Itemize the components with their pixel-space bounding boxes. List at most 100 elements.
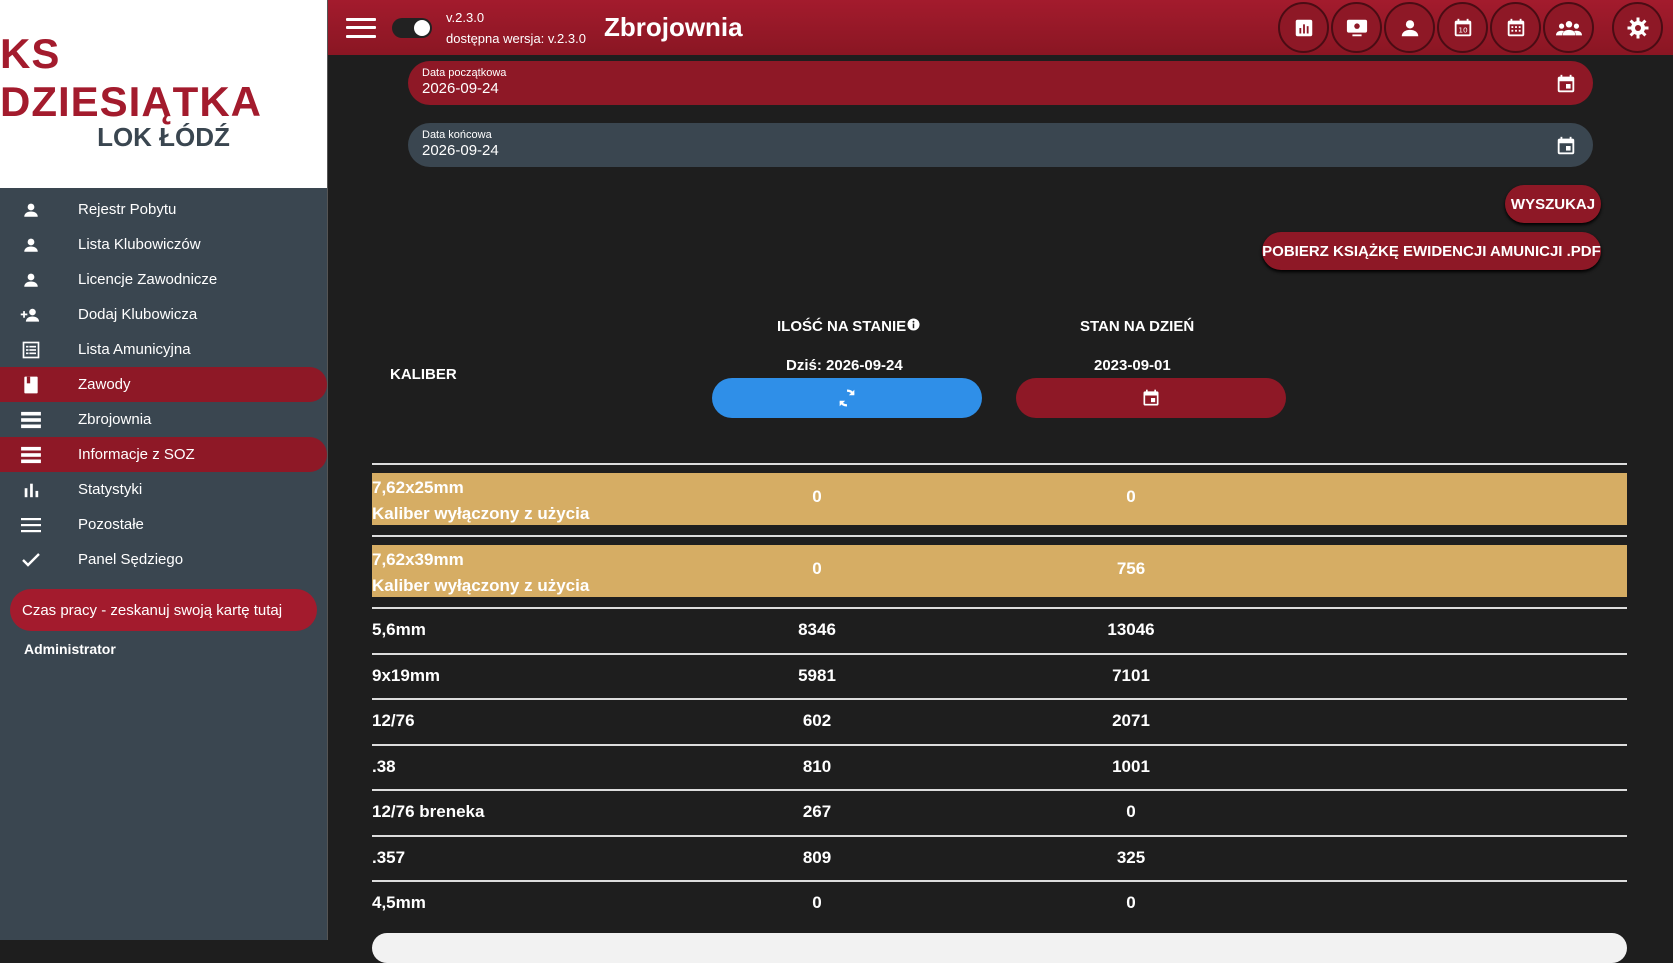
sidebar-item-licencje[interactable]: Licencje Zawodnicze bbox=[0, 262, 327, 297]
sidebar-item-label: Lista Amunicyjna bbox=[78, 341, 191, 358]
stock-header-label: ILOŚĆ NA STANIE bbox=[777, 318, 907, 335]
start-date-value: 2026-09-24 bbox=[422, 80, 499, 97]
table-row[interactable]: .357 809 325 bbox=[372, 834, 1627, 881]
stock-cell: 267 bbox=[802, 802, 832, 821]
info-icon[interactable] bbox=[907, 318, 920, 335]
gear-icon[interactable] bbox=[1612, 2, 1663, 53]
ammunition-table: 7,62x25mm Kaliber wyłączony z użycia 0 0 … bbox=[372, 463, 1627, 926]
sidebar-item-label: Statystyki bbox=[78, 481, 143, 498]
stock-date: Dziś: 2026-09-24 bbox=[786, 357, 903, 374]
download-pdf-button[interactable]: POBIERZ KSIĄŻKĘ EWIDENCJI AMUNICJI .PDF bbox=[1262, 232, 1601, 270]
sidebar-item-label: Lista Klubowiczów bbox=[78, 236, 201, 253]
sidebar-item-label: Dodaj Klubowicza bbox=[78, 306, 198, 323]
stock-cell: 8346 bbox=[798, 620, 836, 639]
caliber-note: Kaliber wyłączony z użycia bbox=[372, 576, 590, 595]
available-version-label: dostępna wersja: v.2.3.0 bbox=[446, 30, 586, 46]
caliber-cell: 9x19mm bbox=[372, 665, 441, 685]
account-icon[interactable] bbox=[1384, 2, 1435, 53]
tv-screen-icon[interactable] bbox=[1331, 2, 1382, 53]
table-row[interactable]: 7,62x25mm Kaliber wyłączony z użycia 0 0 bbox=[372, 463, 1627, 535]
calendar-icon[interactable] bbox=[1555, 135, 1577, 162]
state-cell: 13046 bbox=[1107, 620, 1155, 639]
sidebar-item-label: Licencje Zawodnicze bbox=[78, 271, 218, 288]
bottom-card bbox=[372, 933, 1627, 963]
person-icon bbox=[20, 200, 42, 220]
state-cell: 0 bbox=[1126, 893, 1136, 912]
end-date-label: Data końcowa bbox=[422, 129, 492, 141]
stock-header: ILOŚĆ NA STANIE bbox=[777, 318, 920, 335]
table-row[interactable]: 7,62x39mm Kaliber wyłączony z użycia 0 75… bbox=[372, 535, 1627, 607]
sidebar-item-lista-klubowiczow[interactable]: Lista Klubowiczów bbox=[0, 227, 327, 262]
table-row[interactable]: 4,5mm 0 0 bbox=[372, 880, 1627, 926]
caliber-cell: 5,6mm bbox=[372, 620, 426, 639]
state-cell: 7101 bbox=[1112, 665, 1150, 685]
sidebar-item-informacje-soz[interactable]: Informacje z SOZ bbox=[0, 437, 327, 472]
sidebar-item-label: Informacje z SOZ bbox=[78, 446, 195, 463]
caliber-name: 7,62x25mm bbox=[372, 478, 464, 497]
sidebar-item-lista-amunicyjna[interactable]: Lista Amunicyjna bbox=[0, 332, 327, 367]
table-row[interactable]: 9x19mm 5981 7101 bbox=[372, 652, 1627, 699]
table-row[interactable]: 12/76 breneka 267 0 bbox=[372, 789, 1627, 835]
refresh-icon bbox=[839, 389, 855, 407]
caliber-cell: 7,62x39mm Kaliber wyłączony z użycia bbox=[372, 547, 589, 599]
stock-cell: 5981 bbox=[798, 665, 836, 685]
sidebar-item-panel-sedziego[interactable]: Panel Sędziego bbox=[0, 542, 327, 577]
current-user: Administrator bbox=[24, 641, 116, 657]
caliber-cell: 4,5mm bbox=[372, 893, 426, 912]
menu-icon bbox=[20, 515, 42, 535]
group-icon[interactable] bbox=[1543, 2, 1594, 53]
sidebar-item-pozostale[interactable]: Pozostałe bbox=[0, 507, 327, 542]
state-cell: 756 bbox=[1116, 559, 1146, 578]
logo-title: KS DZIESIĄTKA bbox=[0, 29, 262, 125]
sidebar-item-label: Zawody bbox=[78, 376, 131, 393]
state-cell: 0 bbox=[1126, 802, 1136, 821]
sidebar-item-zawody[interactable]: Zawody bbox=[0, 367, 327, 402]
sidebar-item-label: Rejestr Pobytu bbox=[78, 201, 177, 218]
person-add-icon bbox=[20, 305, 42, 325]
state-header: STAN NA DZIEŃ bbox=[1080, 318, 1195, 335]
report-chart-icon[interactable] bbox=[1278, 2, 1329, 53]
sidebar-nav: Rejestr Pobytu Lista Klubowiczów Licencj… bbox=[0, 192, 327, 577]
person-icon bbox=[20, 235, 42, 255]
start-date-field[interactable]: Data początkowa 2026-09-24 bbox=[408, 61, 1593, 105]
caliber-header: KALIBER bbox=[390, 366, 457, 383]
calendar-icon[interactable] bbox=[1490, 2, 1541, 53]
sidebar-item-rejestr-pobytu[interactable]: Rejestr Pobytu bbox=[0, 192, 327, 227]
end-date-field[interactable]: Data końcowa 2026-09-24 bbox=[408, 123, 1593, 167]
rows-icon bbox=[20, 445, 42, 465]
sidebar-item-label: Pozostałe bbox=[78, 516, 144, 533]
table-row[interactable]: 5,6mm 8346 13046 bbox=[372, 607, 1627, 653]
sidebar-item-label: Zbrojownia bbox=[78, 411, 152, 428]
sidebar-item-zbrojownia[interactable]: Zbrojownia bbox=[0, 402, 327, 437]
start-date-label: Data początkowa bbox=[422, 67, 507, 79]
stock-cell: 0 bbox=[812, 487, 822, 506]
top-icon-toolbar: 10 bbox=[1278, 2, 1663, 53]
theme-toggle[interactable] bbox=[392, 17, 432, 38]
person-icon bbox=[20, 270, 42, 290]
sidebar-item-statystyki[interactable]: Statystyki bbox=[0, 472, 327, 507]
caliber-cell: 12/76 breneka bbox=[372, 802, 485, 821]
caliber-name: 7,62x39mm bbox=[372, 550, 464, 569]
page-title: Zbrojownia bbox=[603, 12, 743, 42]
version-label: v.2.3.0 bbox=[446, 9, 485, 25]
stock-cell: 602 bbox=[802, 711, 832, 730]
calendar-icon[interactable] bbox=[1555, 73, 1577, 100]
version-info: v.2.3.0 dostępna wersja: v.2.3.0 bbox=[446, 7, 586, 49]
stock-cell: 809 bbox=[802, 847, 832, 867]
svg-text:10: 10 bbox=[1458, 25, 1468, 34]
search-button[interactable]: WYSZUKAJ bbox=[1505, 185, 1601, 223]
work-time-scan-button[interactable]: Czas pracy - zeskanuj swoją kartę tutaj bbox=[10, 589, 317, 631]
refresh-stock-button[interactable] bbox=[712, 378, 982, 418]
hamburger-menu-icon[interactable] bbox=[346, 17, 376, 38]
check-icon bbox=[20, 550, 42, 570]
calendar-icon bbox=[1143, 389, 1159, 406]
state-date: 2023-09-01 bbox=[1094, 357, 1171, 374]
table-row[interactable]: .38 810 1001 bbox=[372, 743, 1627, 790]
table-row[interactable]: 12/76 602 2071 bbox=[372, 698, 1627, 744]
list-icon bbox=[20, 340, 42, 360]
caliber-note: Kaliber wyłączony z użycia bbox=[372, 504, 590, 523]
stock-cell: 0 bbox=[812, 559, 822, 578]
pick-state-date-button[interactable] bbox=[1016, 378, 1286, 418]
calendar-numbers-icon[interactable]: 10 bbox=[1437, 2, 1488, 53]
sidebar-item-dodaj-klubowicza[interactable]: Dodaj Klubowicza bbox=[0, 297, 327, 332]
